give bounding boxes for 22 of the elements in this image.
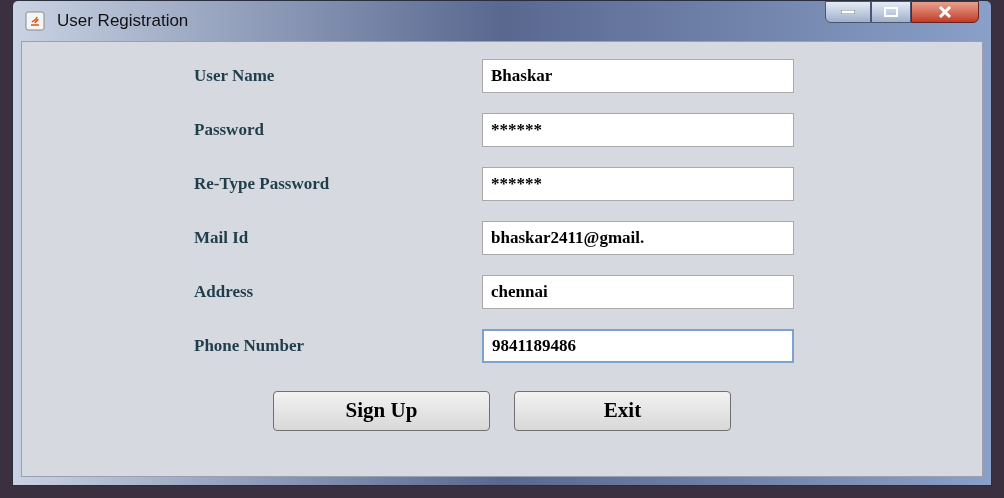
input-field[interactable]: ****** (482, 113, 794, 147)
input-field[interactable]: 9841189486 (482, 329, 794, 363)
field-label: Phone Number (194, 335, 306, 358)
field-label: Mail Id (194, 227, 250, 250)
close-button[interactable] (911, 1, 979, 23)
input-field[interactable]: ****** (482, 167, 794, 201)
field-label: Password (194, 119, 265, 142)
minimize-icon (841, 10, 855, 14)
field-label: Re-Type Password (194, 173, 331, 196)
input-field[interactable]: Bhaskar (482, 59, 794, 93)
minimize-button[interactable] (825, 1, 871, 23)
field-label: User Name (194, 65, 276, 88)
maximize-button[interactable] (871, 1, 911, 23)
input-field[interactable]: chennai (482, 275, 794, 309)
close-icon (938, 6, 952, 18)
form-button[interactable]: Exit (514, 391, 731, 431)
app-icon (25, 11, 45, 31)
window-title: User Registration (57, 10, 189, 33)
field-label: Address (194, 281, 255, 304)
input-field[interactable]: bhaskar2411@gmail. (482, 221, 794, 255)
maximize-icon (884, 7, 898, 17)
form-button[interactable]: Sign Up (273, 391, 490, 431)
